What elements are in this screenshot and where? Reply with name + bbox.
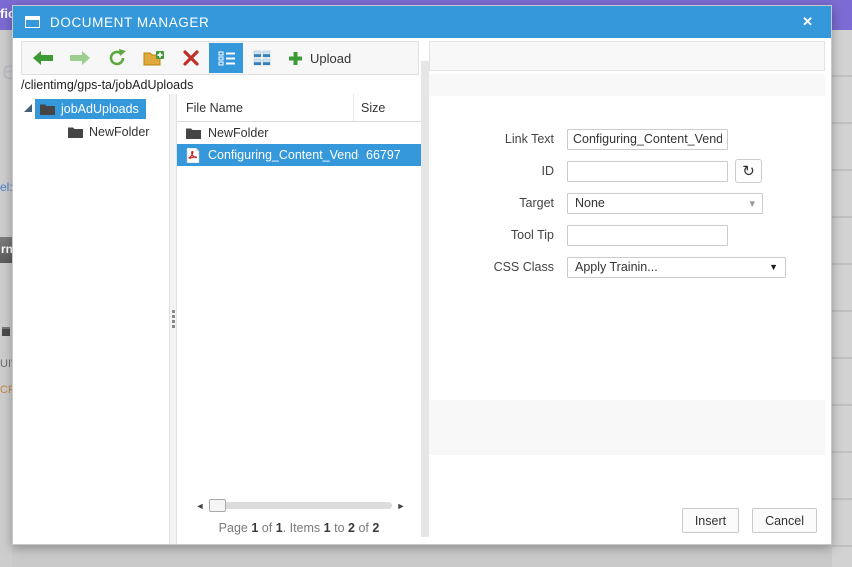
link-text-input[interactable] (567, 128, 728, 150)
file-row-pdf[interactable]: Configuring_Content_Vendo 66797 (177, 144, 421, 166)
scroll-left-icon[interactable]: ◄ (194, 501, 206, 511)
window-icon (25, 16, 40, 28)
back-button[interactable] (24, 43, 61, 73)
current-path: /clientimg/gps-ta/jobAdUploads (21, 78, 194, 92)
tree-item-newfolder[interactable]: NewFolder (13, 120, 169, 143)
id-label: ID (541, 164, 555, 178)
dialog-footer: Insert Cancel (681, 508, 817, 533)
target-value: None (575, 196, 605, 210)
grid-vertical-scroll-area[interactable] (421, 61, 429, 537)
upload-button[interactable]: Upload (280, 51, 359, 66)
tree-item-label: jobAdUploads (61, 101, 139, 116)
background-button-fragment: rn (0, 237, 12, 263)
background-icon-fragment (2, 327, 10, 336)
pane-splitter[interactable] (169, 94, 177, 544)
forward-button[interactable] (61, 43, 98, 73)
file-name: Configuring_Content_Vendo (208, 148, 359, 162)
tooltip-input[interactable] (567, 224, 728, 246)
insert-button[interactable]: Insert (681, 508, 740, 533)
scroll-right-icon[interactable]: ► (395, 501, 407, 511)
id-input[interactable] (567, 160, 728, 182)
explorer-toolbar: Upload (21, 41, 419, 75)
link-text-label: Link Text (504, 132, 554, 146)
refresh-icon (109, 49, 126, 66)
css-class-dropdown[interactable]: Apply Trainin... ▼ (567, 256, 786, 278)
file-name: NewFolder (208, 126, 269, 140)
css-class-label: CSS Class (493, 260, 554, 274)
file-grid: File Name Size NewFolder Configuring_Con… (177, 94, 421, 544)
file-grid-header: File Name Size (177, 94, 421, 122)
folder-icon (68, 127, 83, 138)
scrollbar-thumb[interactable] (209, 499, 226, 512)
css-class-value: Apply Trainin... (575, 260, 658, 274)
properties-header-band (429, 74, 825, 96)
refresh-icon: ↻ (742, 163, 755, 180)
folder-icon (40, 104, 55, 115)
plus-icon (289, 51, 302, 65)
upload-label: Upload (310, 50, 352, 66)
list-view-icon (218, 51, 235, 65)
list-view-button[interactable] (209, 43, 243, 73)
file-row-newfolder[interactable]: NewFolder (177, 122, 421, 144)
delete-x-icon (182, 50, 199, 66)
new-folder-icon (143, 50, 164, 65)
explorer-content: jobAdUploads NewFolder File Name Size Ne… (13, 94, 421, 544)
folder-tree: jobAdUploads NewFolder (13, 94, 169, 544)
properties-footer-band (429, 400, 825, 455)
refresh-button[interactable] (98, 43, 135, 73)
column-header-file-name[interactable]: File Name (177, 94, 353, 121)
new-folder-button[interactable] (135, 43, 172, 73)
grid-view-button[interactable] (243, 43, 280, 73)
pdf-file-icon (186, 147, 200, 163)
target-label: Target (519, 196, 554, 210)
target-dropdown[interactable]: None ▾ (567, 192, 763, 214)
chevron-down-icon: ▼ (769, 262, 778, 272)
cancel-button[interactable]: Cancel (752, 508, 817, 533)
arrow-right-icon (69, 51, 90, 65)
properties-pane: Link Text ID ↻ Target None ▾ (429, 38, 833, 544)
tree-item-jobaduploads[interactable]: jobAdUploads (13, 97, 169, 120)
arrow-left-icon (32, 51, 53, 65)
scrollbar-track[interactable] (209, 499, 392, 512)
dialog-titlebar: DOCUMENT MANAGER ✕ (13, 6, 831, 38)
chevron-down-icon: ▾ (749, 197, 755, 210)
background-link-fragment: el: (0, 180, 13, 194)
tree-expand-icon[interactable] (23, 102, 35, 116)
file-size: 66797 (366, 148, 401, 162)
background-table-strip (832, 30, 852, 567)
folder-icon (186, 128, 201, 139)
link-properties-form: Link Text ID ↻ Target None ▾ (429, 128, 833, 288)
pager-status: Page 1 of 1. Items 1 to 2 of 2 (218, 521, 380, 535)
properties-toolbar-area (429, 41, 825, 71)
horizontal-scrollbar: ◄ ► (194, 498, 407, 513)
delete-button[interactable] (172, 43, 209, 73)
grid-view-icon (253, 50, 270, 66)
dialog-title: DOCUMENT MANAGER (50, 14, 210, 30)
document-manager-dialog: DOCUMENT MANAGER ✕ Upload /clientimg/gps… (12, 5, 832, 545)
background-left-strip: e el: rn UI' CRI (0, 30, 19, 567)
column-header-size[interactable]: Size (353, 94, 421, 121)
explorer-pane: Upload /clientimg/gps-ta/jobAdUploads jo… (13, 38, 421, 544)
generate-id-button[interactable]: ↻ (735, 159, 762, 183)
tooltip-label: Tool Tip (510, 228, 554, 242)
tree-item-label: NewFolder (89, 124, 150, 139)
close-icon[interactable]: ✕ (796, 12, 819, 32)
